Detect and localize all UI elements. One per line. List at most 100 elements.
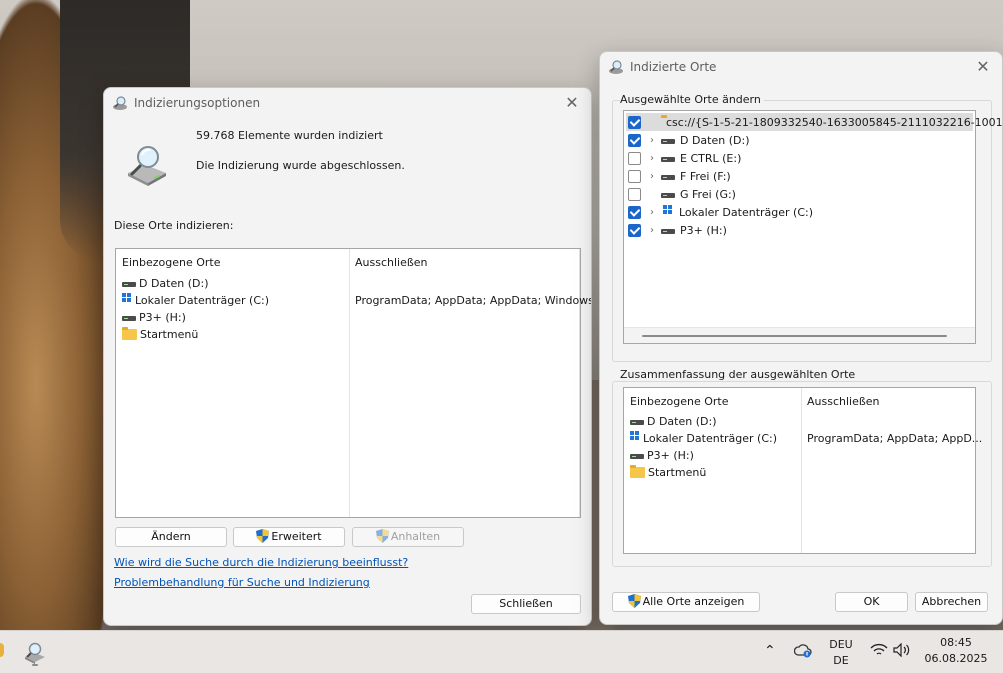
search-impact-link[interactable]: Wie wird die Suche durch die Indizierung… <box>114 556 408 569</box>
windows-drive-icon <box>663 204 673 214</box>
indexing-options-icon <box>608 59 624 75</box>
column-header-included[interactable]: Einbezogene Orte <box>122 256 220 269</box>
list-item[interactable]: P3+ (H:) <box>630 447 694 464</box>
chevron-right-icon[interactable]: › <box>647 153 657 164</box>
tree-row-label: D Daten (D:) <box>680 133 750 147</box>
window-title: Indizierte Orte <box>630 60 717 74</box>
summary-group-label: Zusammenfassung der ausgewählten Orte <box>620 368 859 381</box>
tree-row-d[interactable]: › D Daten (D:) <box>626 131 973 149</box>
column-header-exclude[interactable]: Ausschließen <box>807 395 880 408</box>
indexing-options-icon <box>112 95 128 111</box>
location-name: Lokaler Datenträger (C:) <box>643 432 778 445</box>
modify-button[interactable]: Ändern <box>115 527 227 547</box>
close-button[interactable]: Schließen <box>471 594 581 614</box>
chevron-right-icon[interactable]: › <box>647 171 657 182</box>
location-name: Startmenü <box>140 328 199 341</box>
locations-tree[interactable]: csc://{S-1-5-21-1809332540-1633005845-21… <box>623 110 1002 344</box>
window-title: Indizierungsoptionen <box>134 96 261 110</box>
drive-icon <box>122 316 136 321</box>
tree-row-label: G Frei (G:) <box>680 187 736 201</box>
chevron-right-icon[interactable]: › <box>647 135 657 146</box>
location-name: P3+ (H:) <box>139 311 186 324</box>
chevron-right-icon[interactable]: › <box>647 207 657 218</box>
location-name: Lokaler Datenträger (C:) <box>135 294 270 307</box>
change-locations-label: Ausgewählte Orte ändern <box>620 93 764 106</box>
language-indicator-top[interactable]: DEU <box>826 638 856 651</box>
list-item[interactable]: Lokaler Datenträger (C:) <box>122 292 269 309</box>
tree-row-c[interactable]: › Lokaler Datenträger (C:) <box>626 203 973 221</box>
tree-row-e[interactable]: › E CTRL (E:) <box>626 149 973 167</box>
volume-icon[interactable] <box>893 642 913 658</box>
exclude-value: ProgramData; AppData; AppData; Windows <box>355 294 592 307</box>
drive-icon <box>630 420 644 425</box>
cancel-button[interactable]: Abbrechen <box>915 592 988 612</box>
indexing-options-titlebar[interactable]: Indizierungsoptionen ✕ <box>104 88 591 118</box>
indexing-options-window: Indizierungsoptionen ✕ 59.768 Elemente w… <box>103 87 592 626</box>
language-indicator-bottom[interactable]: DE <box>826 654 856 667</box>
list-item[interactable]: D Daten (D:) <box>122 275 209 292</box>
pause-button: Anhalten <box>352 527 464 547</box>
tree-row-f[interactable]: › F Frei (F:) <box>626 167 973 185</box>
chevron-up-icon[interactable]: ⌃ <box>764 643 776 659</box>
taskbar: ⌃ DEU DE 08:45 06.08.2025 <box>0 630 1003 673</box>
pause-button-label: Anhalten <box>390 530 441 543</box>
checkbox[interactable] <box>628 223 641 237</box>
running-indicator <box>32 664 38 666</box>
tree-row-label: F Frei (F:) <box>680 169 731 183</box>
scrollbar-thumb[interactable] <box>642 335 947 337</box>
folder-icon <box>122 327 137 340</box>
checkbox[interactable] <box>628 115 641 129</box>
horizontal-scrollbar[interactable] <box>624 327 975 343</box>
clock-date[interactable]: 06.08.2025 <box>922 652 990 665</box>
indexed-locations-list[interactable]: Einbezogene Orte Ausschließen D Daten (D… <box>115 248 591 518</box>
close-icon[interactable]: ✕ <box>974 57 992 76</box>
show-all-locations-button[interactable]: Alle Orte anzeigen <box>612 592 760 612</box>
close-icon[interactable]: ✕ <box>563 93 581 112</box>
checkbox[interactable] <box>628 151 641 165</box>
tree-row-label: E CTRL (E:) <box>680 151 742 165</box>
onedrive-status-icon[interactable] <box>793 644 812 658</box>
column-separator <box>349 249 350 517</box>
chevron-right-icon[interactable]: › <box>647 225 657 236</box>
folder-icon <box>630 465 645 478</box>
location-name: D Daten (D:) <box>647 415 717 428</box>
list-item[interactable]: Startmenü <box>630 464 706 481</box>
indexed-locations-titlebar[interactable]: Indizierte Orte ✕ <box>600 52 1002 82</box>
drive-icon <box>630 454 644 459</box>
taskbar-app-partial[interactable] <box>0 643 4 657</box>
indexing-status-icon <box>124 143 170 187</box>
list-item[interactable]: Startmenü <box>122 326 198 343</box>
location-name: P3+ (H:) <box>647 449 694 462</box>
tree-row-csc[interactable]: csc://{S-1-5-21-1809332540-1633005845-21… <box>626 113 1002 131</box>
advanced-button[interactable]: Erweitert <box>233 527 345 547</box>
tree-row-label: P3+ (H:) <box>680 223 727 237</box>
wifi-icon[interactable] <box>870 643 888 657</box>
list-item[interactable]: D Daten (D:) <box>630 413 717 430</box>
ok-button[interactable]: OK <box>835 592 908 612</box>
column-header-exclude[interactable]: Ausschließen <box>355 256 428 269</box>
troubleshoot-link[interactable]: Problembehandlung für Suche und Indizier… <box>114 576 370 589</box>
list-item[interactable]: Lokaler Datenträger (C:) <box>630 430 777 447</box>
column-header-included[interactable]: Einbezogene Orte <box>630 395 728 408</box>
location-name: Startmenü <box>648 466 707 479</box>
exclude-value: ProgramData; AppData; AppD... <box>807 432 983 445</box>
drive-icon <box>661 228 675 234</box>
drive-icon <box>661 138 675 144</box>
checkbox[interactable] <box>628 133 641 147</box>
indexing-options-taskbar-icon[interactable] <box>22 640 48 666</box>
tree-row-g[interactable]: G Frei (G:) <box>626 185 973 203</box>
checkbox[interactable] <box>628 205 641 219</box>
list-item[interactable]: P3+ (H:) <box>122 309 186 326</box>
drive-icon <box>661 156 675 162</box>
summary-list[interactable]: Einbezogene Orte Ausschließen D Daten (D… <box>623 387 982 554</box>
shield-icon <box>627 594 641 608</box>
locations-section-label: Diese Orte indizieren: <box>114 219 234 232</box>
drive-icon <box>122 282 136 287</box>
indexing-status-text: Die Indizierung wurde abgeschlossen. <box>196 159 405 172</box>
clock-time[interactable]: 08:45 <box>926 636 986 649</box>
tree-row-h[interactable]: › P3+ (H:) <box>626 221 973 239</box>
checkbox[interactable] <box>628 169 641 183</box>
drive-icon <box>661 174 675 180</box>
checkbox[interactable] <box>628 187 641 201</box>
shield-icon <box>256 529 270 543</box>
